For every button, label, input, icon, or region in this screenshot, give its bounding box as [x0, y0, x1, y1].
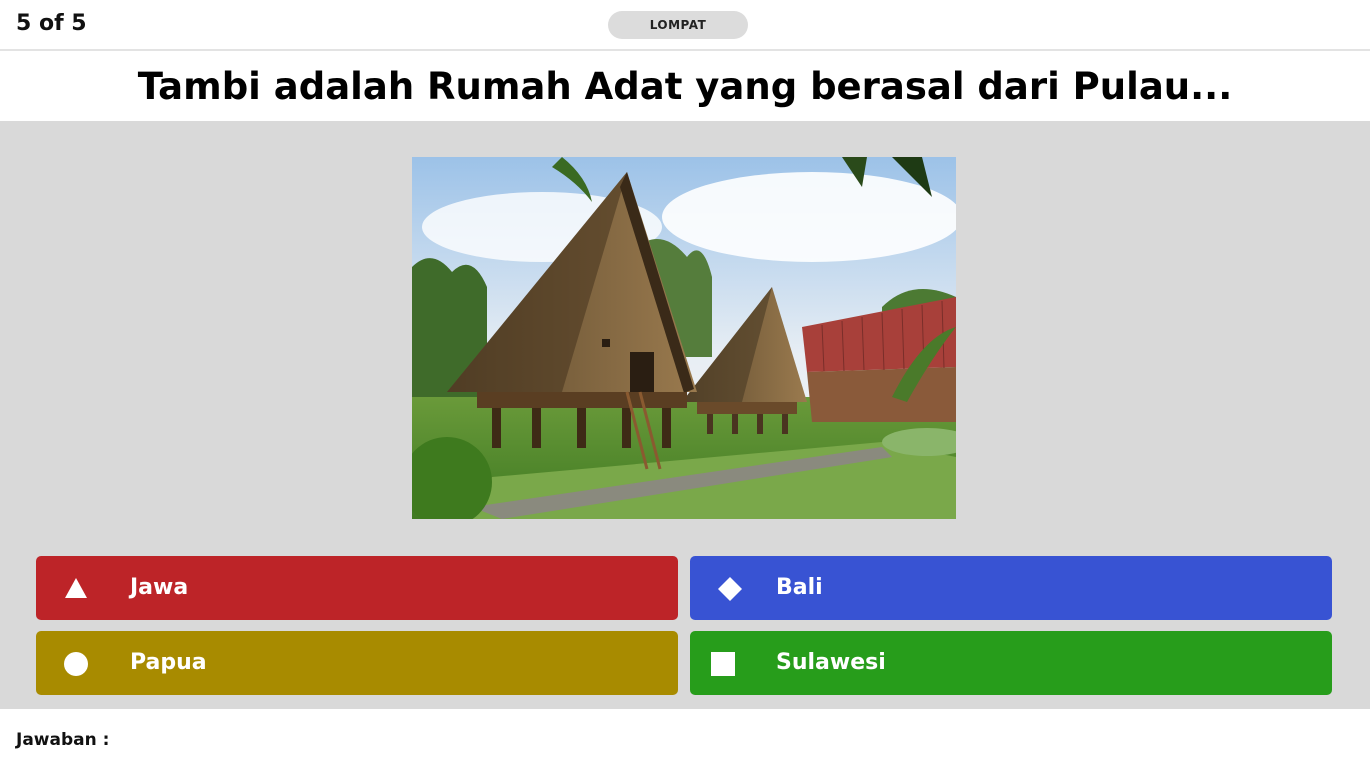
- skip-button[interactable]: LOMPAT: [608, 11, 748, 39]
- answer-label: Sulawesi: [776, 650, 886, 675]
- diamond-icon: [718, 577, 742, 601]
- answer-label: Bali: [776, 575, 823, 600]
- answer-option-sulawesi[interactable]: Sulawesi: [690, 631, 1332, 695]
- circle-icon: [64, 652, 88, 676]
- answer-option-bali[interactable]: Bali: [690, 556, 1332, 620]
- triangle-icon: [64, 577, 88, 601]
- answer-option-papua[interactable]: Papua: [36, 631, 678, 695]
- answer-option-jawa[interactable]: Jawa: [36, 556, 678, 620]
- question-counter: 5 of 5: [16, 11, 87, 36]
- question-text: Tambi adalah Rumah Adat yang berasal dar…: [137, 64, 1233, 108]
- top-bar: 5 of 5 LOMPAT: [0, 0, 1370, 51]
- answer-footer: Jawaban :: [0, 709, 1370, 770]
- square-icon: [711, 652, 735, 676]
- answer-status-label: Jawaban :: [16, 730, 110, 750]
- question-image: [412, 157, 956, 519]
- question-stage: [0, 121, 1370, 709]
- answer-label: Jawa: [130, 575, 189, 600]
- answer-label: Papua: [130, 650, 207, 675]
